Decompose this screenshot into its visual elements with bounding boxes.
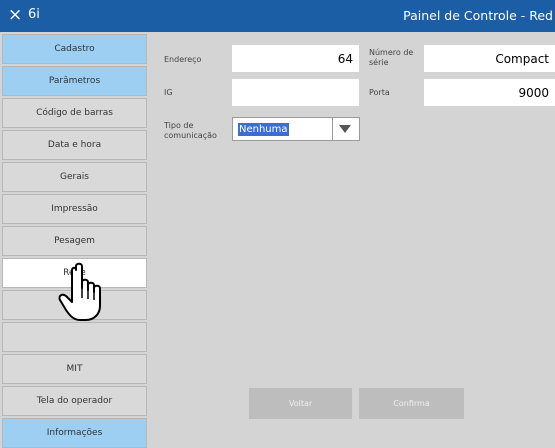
sidebar-item-data-e-hora[interactable]: Data e hora: [2, 130, 147, 160]
confirm-button-label: Confirma: [393, 399, 430, 408]
dropdown-divider: [332, 118, 333, 140]
sidebar-item-label: MIT: [66, 364, 83, 374]
close-icon[interactable]: ×: [8, 5, 22, 25]
endereco-label: Endereço: [164, 55, 202, 64]
tipo-comunicacao-label: Tipo de comunicação: [164, 121, 217, 140]
sidebar-item-label: Código de barras: [36, 108, 113, 118]
sidebar-item-label: Data e hora: [47, 140, 102, 150]
porta-field[interactable]: 9000: [424, 79, 555, 106]
sidebar-item-mit[interactable]: MIT: [2, 354, 147, 384]
sidebar-item-label: Informações: [46, 428, 103, 438]
numero-serie-label: Número de série: [369, 48, 414, 67]
sidebar-item-pesagem[interactable]: Pesagem: [2, 226, 147, 256]
sidebar-item-label: Tela do operador: [36, 396, 113, 406]
numero-serie-field[interactable]: Compact: [424, 45, 555, 72]
numero-serie-value: Compact: [495, 51, 549, 66]
back-button[interactable]: Voltar: [249, 388, 352, 419]
back-button-label: Voltar: [288, 399, 313, 408]
sidebar-item-label: Gerais: [60, 172, 89, 182]
sidebar-item-label: Impressão: [51, 204, 98, 214]
sidebar-item-gerais[interactable]: Gerais: [2, 162, 147, 192]
sidebar-item-cadastro[interactable]: Cadastro: [2, 34, 147, 64]
sidebar-item-hidden-2[interactable]: [2, 322, 147, 352]
title-bar: × 6i Painel de Controle - Red: [0, 0, 555, 32]
app-name: 6i: [28, 7, 40, 22]
chevron-down-icon[interactable]: [339, 125, 351, 133]
sidebar-item-parametros[interactable]: Parâmetros: [2, 66, 147, 96]
porta-label: Porta: [369, 88, 390, 97]
porta-value: 9000: [518, 85, 549, 100]
sidebar-item-label: Pesagem: [54, 236, 95, 246]
confirm-button[interactable]: Confirma: [359, 388, 464, 419]
sidebar-item-codigo-de-barras[interactable]: Código de barras: [2, 98, 147, 128]
hand-pointer-icon: [58, 262, 101, 321]
window-title: Painel de Controle - Red: [403, 8, 553, 23]
endereco-field[interactable]: 64: [232, 45, 359, 72]
ip-label: IG: [164, 88, 173, 97]
sidebar-item-impressao[interactable]: Impressão: [2, 194, 147, 224]
endereco-value: 64: [337, 51, 353, 66]
sidebar: Cadastro Parâmetros Código de barras Dat…: [0, 32, 149, 448]
sidebar-item-informacoes[interactable]: Informações: [2, 418, 147, 448]
tipo-comunicacao-select[interactable]: Nenhuma: [232, 117, 360, 141]
sidebar-item-label: Parâmetros: [48, 76, 101, 86]
ip-field[interactable]: [232, 79, 359, 106]
sidebar-item-label: Cadastro: [54, 44, 95, 54]
tipo-comunicacao-value: Nenhuma: [238, 123, 289, 136]
sidebar-item-tela-do-operador[interactable]: Tela do operador: [2, 386, 147, 416]
